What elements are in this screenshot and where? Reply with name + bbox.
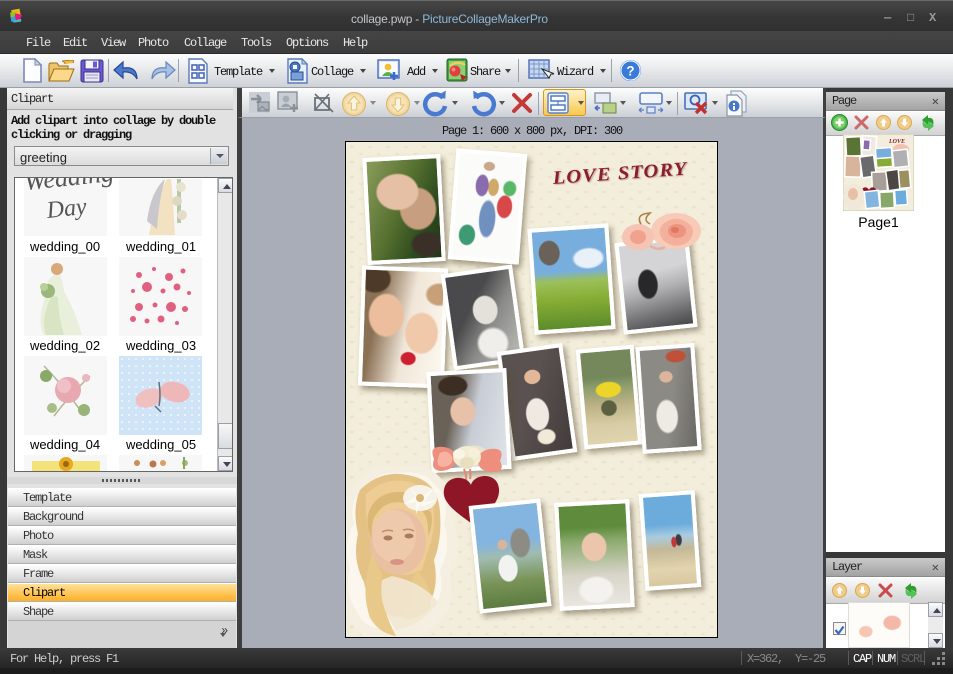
- svg-text:?: ?: [626, 63, 634, 78]
